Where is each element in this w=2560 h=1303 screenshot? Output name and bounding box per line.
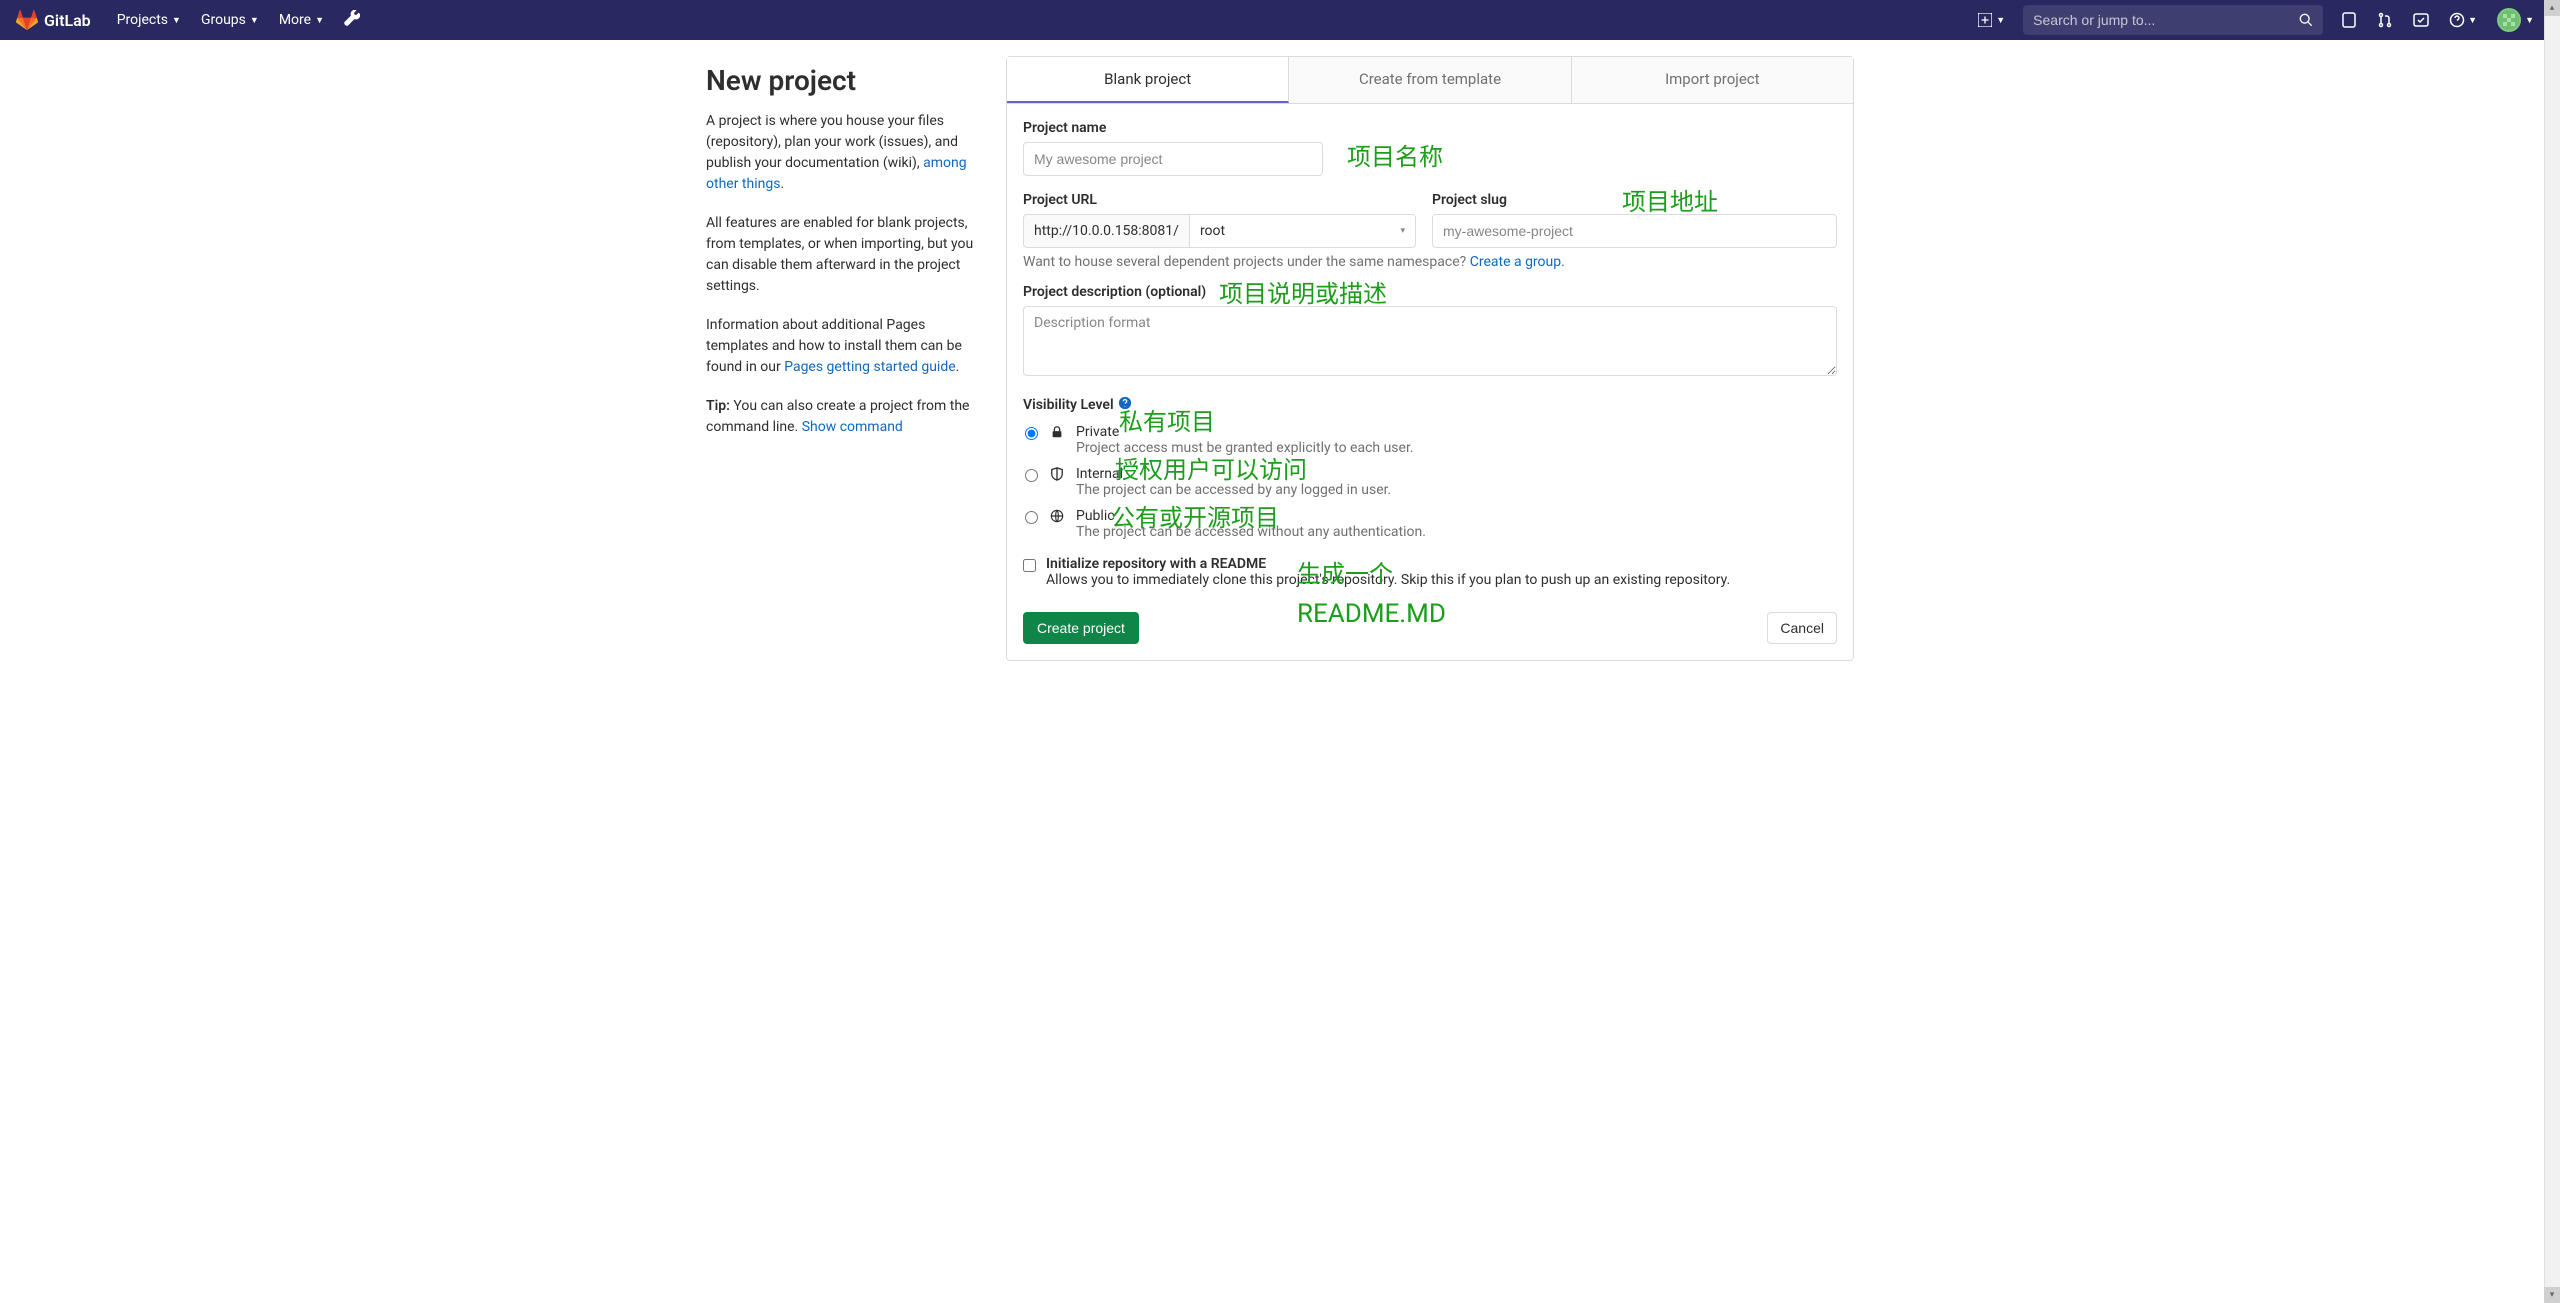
scrollbar[interactable]: ▴ ▾ (2544, 0, 2560, 1303)
lock-icon (1048, 425, 1066, 439)
nav-projects[interactable]: Projects▼ (107, 0, 191, 40)
visibility-private-radio[interactable] (1025, 427, 1038, 440)
top-navbar: GitLab Projects▼ Groups▼ More▼ ▼ ▼ ▼ (0, 0, 2560, 40)
gitlab-icon (16, 9, 38, 31)
shield-icon (1048, 467, 1066, 481)
project-description-input[interactable] (1023, 306, 1837, 376)
search-box[interactable] (2023, 5, 2323, 35)
nav-more[interactable]: More▼ (269, 0, 334, 40)
chevron-down-icon: ▼ (2468, 15, 2477, 26)
visibility-level-label: Visibility Level (1023, 396, 1837, 414)
initialize-readme-title: Initialize repository with a README (1046, 556, 1837, 572)
chevron-down-icon: ▾ (1400, 226, 1405, 236)
chevron-down-icon: ▼ (250, 15, 259, 26)
tab-create-from-template[interactable]: Create from template (1289, 57, 1571, 103)
main-form-panel: Blank project Create from template Impor… (1006, 56, 1854, 661)
help-icon[interactable] (1118, 396, 1132, 414)
visibility-internal-title: Internal (1076, 466, 1837, 482)
user-menu[interactable]: ▼ (2487, 0, 2544, 40)
project-url-label: Project URL (1023, 192, 1416, 208)
namespace-help-text: Want to house several dependent projects… (1023, 254, 1837, 270)
visibility-public-desc: The project can be accessed without any … (1076, 524, 1837, 540)
chevron-down-icon: ▼ (2525, 15, 2534, 26)
info-paragraph: All features are enabled for blank proje… (706, 213, 976, 297)
project-name-label: Project name (1023, 120, 1837, 136)
visibility-public-title: Public (1076, 508, 1837, 524)
tab-blank-project[interactable]: Blank project (1007, 57, 1289, 103)
visibility-private-title: Private (1076, 424, 1837, 440)
pages-guide-link[interactable]: Pages getting started guide (784, 359, 955, 375)
side-info-panel: New project A project is where you house… (706, 56, 976, 661)
visibility-internal-radio[interactable] (1025, 469, 1038, 482)
namespace-select[interactable]: root ▾ (1189, 214, 1416, 248)
todos-icon[interactable] (2403, 0, 2439, 40)
show-command-link[interactable]: Show command (802, 419, 903, 435)
project-description-label: Project description (optional) (1023, 284, 1837, 300)
page-title: New project (706, 64, 976, 97)
url-base-addon: http://10.0.0.158:8081/ (1023, 214, 1189, 248)
brand-text: GitLab (44, 11, 91, 30)
search-icon (2299, 13, 2313, 27)
nav-groups[interactable]: Groups▼ (191, 0, 269, 40)
tab-import-project[interactable]: Import project (1572, 57, 1853, 103)
project-slug-label: Project slug (1432, 192, 1837, 208)
new-menu[interactable]: ▼ (1968, 13, 2015, 27)
search-input[interactable] (2033, 12, 2299, 28)
initialize-readme-checkbox[interactable] (1023, 559, 1036, 572)
tip-paragraph: Tip: You can also create a project from … (706, 396, 976, 438)
merge-requests-icon[interactable] (2367, 0, 2403, 40)
issues-icon[interactable] (2331, 0, 2367, 40)
admin-wrench-icon[interactable] (334, 10, 370, 30)
chevron-down-icon: ▼ (172, 15, 181, 26)
create-project-button[interactable]: Create project (1023, 612, 1139, 644)
cancel-button[interactable]: Cancel (1767, 612, 1837, 644)
gitlab-logo[interactable]: GitLab (16, 9, 91, 31)
help-menu[interactable]: ▼ (2439, 0, 2487, 40)
visibility-private-desc: Project access must be granted explicitl… (1076, 440, 1837, 456)
chevron-down-icon: ▼ (1996, 15, 2005, 26)
scroll-down-button[interactable]: ▾ (2544, 1287, 2560, 1303)
project-name-input[interactable] (1023, 142, 1323, 176)
project-slug-input[interactable] (1432, 214, 1837, 248)
globe-icon (1048, 509, 1066, 523)
visibility-internal-desc: The project can be accessed by any logge… (1076, 482, 1837, 498)
avatar (2497, 8, 2521, 32)
create-group-link[interactable]: Create a group. (1470, 254, 1565, 270)
info-paragraph: Information about additional Pages templ… (706, 315, 976, 378)
scroll-up-button[interactable]: ▴ (2544, 0, 2560, 16)
initialize-readme-desc: Allows you to immediately clone this pro… (1046, 572, 1837, 588)
plus-box-icon (1978, 13, 1992, 27)
project-type-tabs: Blank project Create from template Impor… (1007, 57, 1853, 104)
visibility-public-radio[interactable] (1025, 511, 1038, 524)
chevron-down-icon: ▼ (315, 15, 324, 26)
info-paragraph: A project is where you house your files … (706, 111, 976, 195)
